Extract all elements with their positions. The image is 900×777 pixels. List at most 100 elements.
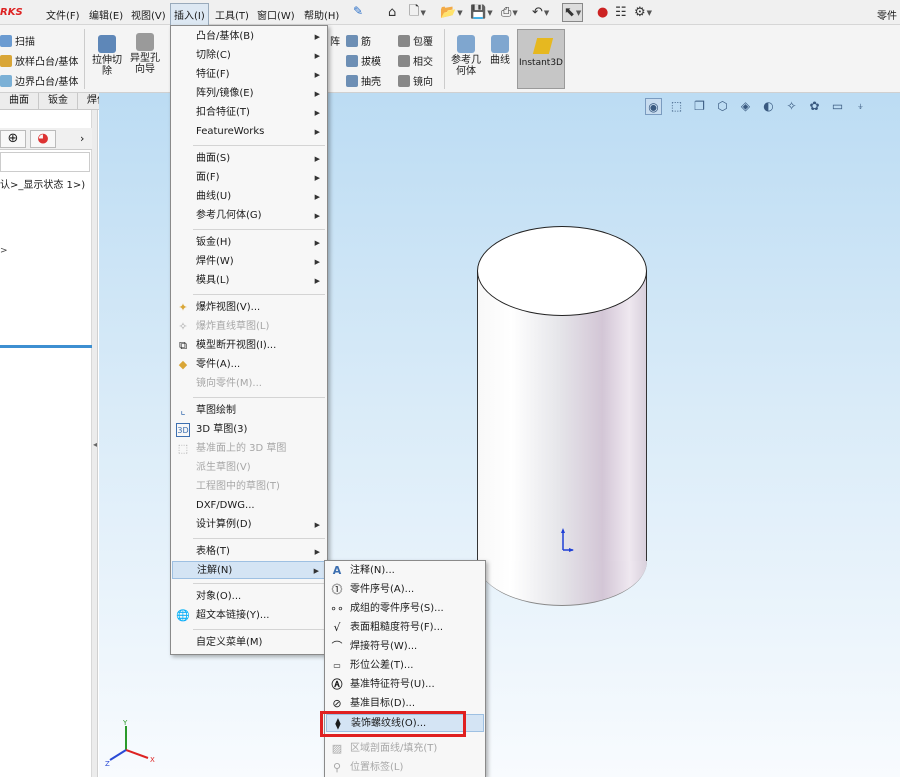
- menu-item-object[interactable]: 对象(O)...: [172, 588, 326, 606]
- menu-item-dxf-dwg[interactable]: DXF/DWG...: [172, 497, 326, 515]
- menu-item-molds[interactable]: 模具(L) ▶: [172, 272, 326, 290]
- zoom-to-fit-icon[interactable]: ◉: [645, 97, 662, 115]
- chevron-down-icon[interactable]: ▼: [420, 9, 425, 17]
- curves-button[interactable]: 曲线: [487, 35, 513, 66]
- pin-icon[interactable]: ✎: [353, 4, 367, 20]
- undo-icon[interactable]: ↶ ▼: [532, 3, 549, 22]
- new-document-icon[interactable]: 🗋 ▼: [409, 3, 426, 22]
- menu-item-cut[interactable]: 切除(C) ▶: [172, 47, 326, 65]
- rebuild-traffic-light-icon[interactable]: ●: [597, 3, 608, 22]
- hide-show-items-icon[interactable]: ✧: [783, 98, 800, 115]
- menu-item-reference-geometry[interactable]: 参考几何体(G) ▶: [172, 207, 326, 225]
- reference-geometry-button[interactable]: 参考几何体: [449, 35, 483, 77]
- submenu-arrow-icon: ▶: [313, 567, 319, 575]
- chevron-right-icon[interactable]: ›: [80, 132, 84, 145]
- select-cursor-icon[interactable]: ⬉ ▼: [562, 3, 584, 22]
- submenu-item-stacked-balloon[interactable]: ∘∘ 成组的零件序号(S)...: [326, 600, 484, 618]
- shell-icon: [346, 74, 358, 87]
- draft-command[interactable]: 拔模: [346, 53, 381, 68]
- menu-item-curve[interactable]: 曲线(U) ▶: [172, 188, 326, 206]
- menu-insert[interactable]: 插入(I): [170, 3, 209, 26]
- menu-help[interactable]: 帮助(H): [304, 7, 339, 22]
- tree-expand-caret[interactable]: >: [0, 246, 8, 256]
- menu-item-pattern-mirror[interactable]: 阵列/镜像(E) ▶: [172, 85, 326, 103]
- chevron-down-icon[interactable]: ▼: [487, 9, 492, 17]
- menu-item-sketch[interactable]: ⌞ 草图绘制: [172, 402, 326, 420]
- rib-command[interactable]: 筋: [346, 33, 371, 48]
- menu-edit[interactable]: 编辑(E): [89, 7, 123, 22]
- panel-tab-strip: ⊕ ◕ ›: [0, 128, 92, 150]
- datum-feature-icon: Ⓐ: [331, 678, 343, 691]
- menu-item-sheet-metal[interactable]: 钣金(H) ▶: [172, 234, 326, 252]
- menu-item-hyperlink[interactable]: 🌐 超文本链接(Y)...: [172, 607, 326, 625]
- menu-item-features[interactable]: 特征(F) ▶: [172, 66, 326, 84]
- menu-tools[interactable]: 工具(T): [215, 7, 249, 22]
- origin-axis-icon: [561, 528, 574, 552]
- loft-boss-command[interactable]: 放样凸台/基体: [0, 53, 78, 68]
- save-icon[interactable]: 💾 ▼: [470, 3, 493, 22]
- submenu-item-datum-feature[interactable]: Ⓐ 基准特征符号(U)...: [326, 676, 484, 694]
- sweep-command[interactable]: 扫描: [0, 33, 35, 48]
- previous-view-icon[interactable]: ❐: [691, 98, 708, 115]
- boundary-boss-command[interactable]: 边界凸台/基体: [0, 73, 78, 88]
- menu-file[interactable]: 文件(F): [46, 7, 80, 22]
- zoom-area-icon[interactable]: ⬚: [668, 98, 685, 115]
- shell-command[interactable]: 抽壳: [346, 73, 381, 88]
- hole-wizard-button[interactable]: 异型孔向导: [128, 33, 162, 75]
- submenu-arrow-icon: ▶: [314, 90, 320, 98]
- submenu-item-area-hatch: ▨ 区域剖面线/填充(T): [331, 742, 438, 755]
- menu-item-customize-menu[interactable]: 自定义菜单(M): [172, 634, 326, 652]
- chevron-down-icon[interactable]: ▼: [576, 9, 581, 17]
- menu-item-model-break-view[interactable]: ⧉ 模型断开视图(I)...: [172, 337, 326, 355]
- instant3d-button[interactable]: Instant3D: [517, 29, 565, 89]
- menu-item-tables[interactable]: 表格(T) ▶: [172, 543, 326, 561]
- print-icon[interactable]: ⎙ ▼: [501, 3, 518, 22]
- mirror-command[interactable]: 镜向: [398, 73, 433, 88]
- submenu-item-geometric-tolerance[interactable]: ▭ 形位公差(T)...: [326, 657, 484, 675]
- chevron-down-icon[interactable]: ▼: [457, 9, 462, 17]
- menu-item-boss-base[interactable]: 凸台/基体(B) ▶: [172, 28, 326, 46]
- chevron-down-icon[interactable]: ▼: [647, 9, 652, 17]
- section-view-icon[interactable]: ⬡: [714, 98, 731, 115]
- file-properties-icon[interactable]: ☷: [615, 3, 627, 22]
- tree-filter-input[interactable]: [0, 152, 90, 172]
- menu-item-weldments[interactable]: 焊件(W) ▶: [172, 253, 326, 271]
- menu-item-exploded-view[interactable]: ✦ 爆炸视图(V)...: [172, 299, 326, 317]
- home-icon[interactable]: ⌂: [388, 3, 396, 22]
- submenu-item-balloon[interactable]: ⓵ 零件序号(A)...: [326, 581, 484, 599]
- chevron-down-icon[interactable]: ▼: [544, 9, 549, 17]
- display-manager-icon[interactable]: ◕: [30, 130, 56, 148]
- tab-sheet-metal[interactable]: 钣金: [39, 93, 78, 110]
- menu-item-3d-sketch[interactable]: 3D 3D 草图(3): [172, 421, 326, 439]
- edit-appearance-icon[interactable]: ✿: [806, 98, 823, 115]
- view-settings-icon[interactable]: ⍖: [852, 98, 869, 115]
- tree-config-label[interactable]: 认>_显示状态 1>): [0, 176, 85, 191]
- pattern-command[interactable]: 阵: [330, 33, 340, 48]
- view-orientation-icon[interactable]: ◈: [737, 98, 754, 115]
- menu-item-featureworks[interactable]: FeatureWorks ▶: [172, 123, 326, 141]
- apply-scene-icon[interactable]: ▭: [829, 98, 846, 115]
- cylinder-top-face[interactable]: [477, 226, 647, 316]
- menu-item-surface[interactable]: 曲面(S) ▶: [172, 150, 326, 168]
- submenu-item-surface-finish[interactable]: √ 表面粗糙度符号(F)...: [326, 619, 484, 637]
- intersect-command[interactable]: 相交: [398, 53, 433, 68]
- display-style-icon[interactable]: ◐: [760, 98, 777, 115]
- open-folder-icon[interactable]: 📂 ▼: [440, 3, 463, 22]
- options-gear-icon[interactable]: ⚙ ▼: [634, 3, 652, 22]
- menu-item-annotations[interactable]: 注解(N) ▶: [172, 561, 326, 579]
- menu-view[interactable]: 视图(V): [131, 7, 166, 22]
- splitter-grip-icon[interactable]: ◂: [93, 440, 97, 449]
- menu-item-design-study[interactable]: 设计算例(D) ▶: [172, 516, 326, 534]
- menu-window[interactable]: 窗口(W): [257, 7, 295, 22]
- menu-item-part[interactable]: ◆ 零件(A)...: [172, 356, 326, 374]
- tab-surfaces[interactable]: 曲面: [0, 93, 39, 110]
- extrude-cut-button[interactable]: 拉伸切除: [89, 35, 125, 77]
- chevron-down-icon[interactable]: ▼: [512, 9, 517, 17]
- submenu-arrow-icon: ▶: [314, 52, 320, 60]
- menu-item-face[interactable]: 面(F) ▶: [172, 169, 326, 187]
- menu-item-fastening-feature[interactable]: 扣合特征(T) ▶: [172, 104, 326, 122]
- dimxpert-crosshair-icon[interactable]: ⊕: [0, 130, 26, 148]
- submenu-item-note[interactable]: A 注释(N)...: [326, 562, 484, 580]
- submenu-item-weld-symbol[interactable]: ⌒ 焊接符号(W)...: [326, 638, 484, 656]
- wrap-command[interactable]: 包覆: [398, 33, 433, 48]
